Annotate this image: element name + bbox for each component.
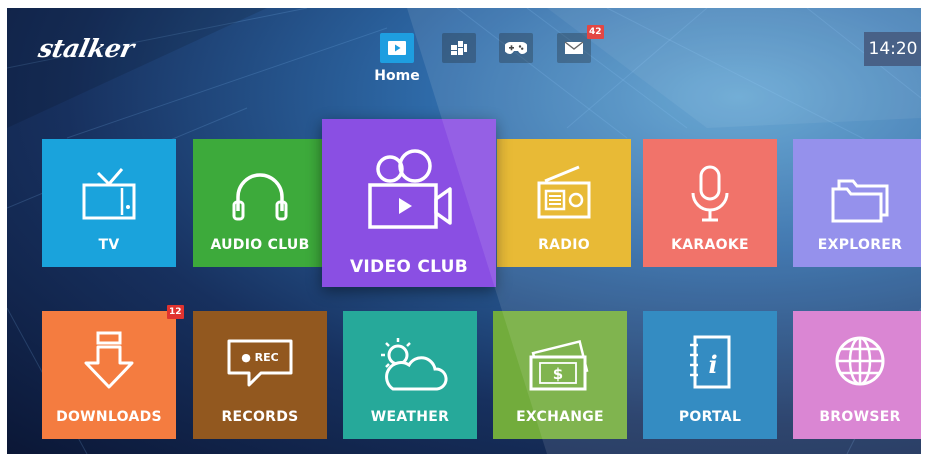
tile-exchange[interactable]: $ EXCHANGE bbox=[493, 311, 627, 439]
mail-icon bbox=[564, 41, 584, 54]
tile-downloads[interactable]: DOWNLOADS bbox=[42, 311, 176, 439]
tile-browser[interactable]: BROWSER bbox=[793, 311, 921, 439]
nav-games-button[interactable] bbox=[499, 33, 533, 63]
nav-home-label: Home bbox=[374, 68, 420, 84]
tile-records-label: RECORDS bbox=[221, 409, 299, 425]
tv-screen: stalker Home 42 14:20 TV AUDIO CLUB RADI… bbox=[7, 8, 921, 454]
nav-mail-button[interactable] bbox=[557, 33, 591, 63]
tile-downloads-label: DOWNLOADS bbox=[56, 409, 162, 425]
tile-radio[interactable]: RADIO bbox=[497, 139, 631, 267]
clock: 14:20 bbox=[864, 32, 921, 66]
info-letter: i bbox=[708, 350, 717, 379]
play-screen-icon bbox=[388, 41, 406, 55]
tile-tv-label: TV bbox=[98, 237, 120, 253]
nav-home-button[interactable] bbox=[380, 33, 414, 63]
stalker-logo: stalker bbox=[35, 34, 137, 63]
apps-icon bbox=[451, 41, 467, 55]
tile-portal-label: PORTAL bbox=[678, 409, 742, 425]
mail-count-badge: 42 bbox=[587, 25, 604, 39]
tile-karaoke[interactable]: KARAOKE bbox=[643, 139, 777, 267]
tile-portal[interactable]: i PORTAL bbox=[643, 311, 777, 439]
downloads-count-badge: 12 bbox=[167, 305, 184, 319]
rec-bubble-text: ● REC bbox=[241, 351, 279, 364]
tile-audio-club-label: AUDIO CLUB bbox=[210, 237, 310, 253]
tile-karaoke-label: KARAOKE bbox=[671, 237, 749, 253]
tile-audio-club[interactable]: AUDIO CLUB bbox=[193, 139, 327, 267]
tile-radio-label: RADIO bbox=[538, 237, 590, 253]
tile-video-club-label: VIDEO CLUB bbox=[349, 257, 469, 277]
tile-explorer-label: EXPLORER bbox=[817, 237, 903, 253]
nav-apps-button[interactable] bbox=[442, 33, 476, 63]
tile-weather[interactable]: WEATHER bbox=[343, 311, 477, 439]
tile-explorer[interactable]: EXPLORER bbox=[793, 139, 921, 267]
tile-records[interactable]: ● REC RECORDS bbox=[193, 311, 327, 439]
tile-tv[interactable]: TV bbox=[42, 139, 176, 267]
tile-browser-label: BROWSER bbox=[819, 409, 901, 425]
tile-video-club[interactable]: VIDEO CLUB bbox=[322, 119, 496, 287]
dollar-sign: $ bbox=[553, 365, 563, 383]
tile-weather-label: WEATHER bbox=[370, 409, 450, 425]
gamepad-icon bbox=[505, 42, 527, 54]
tile-exchange-label: EXCHANGE bbox=[516, 409, 604, 425]
